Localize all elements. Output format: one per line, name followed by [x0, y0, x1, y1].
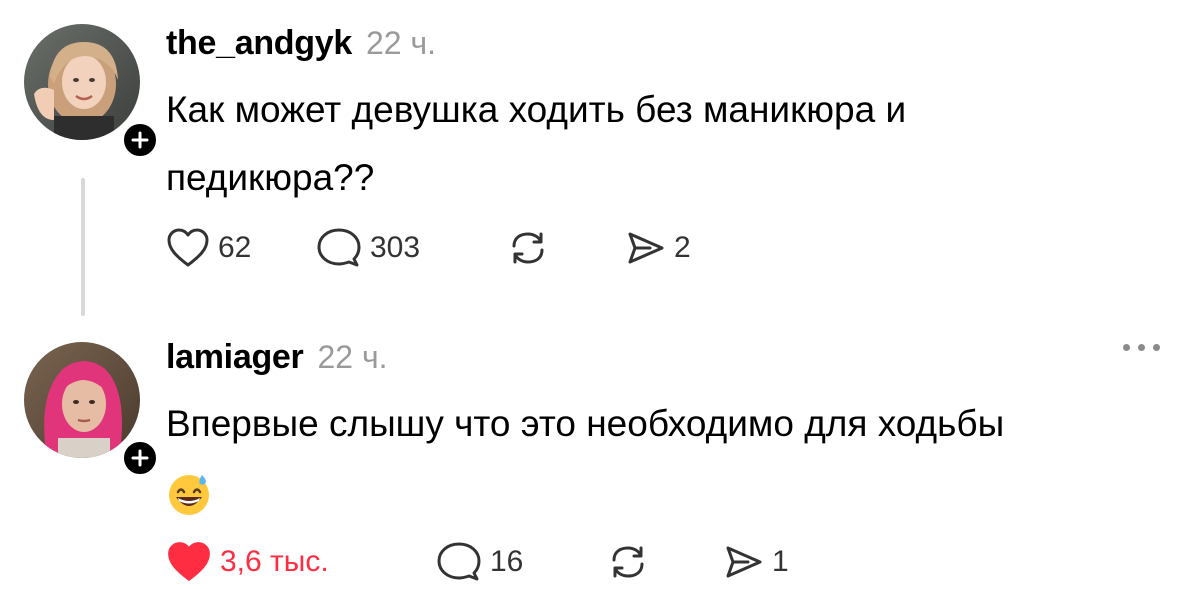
share-button[interactable]: 2 — [626, 228, 691, 268]
comment-count: 303 — [370, 231, 421, 264]
more-options-button[interactable] — [1123, 344, 1160, 351]
like-count: 62 — [218, 231, 252, 264]
heart-filled-icon — [168, 542, 210, 581]
post-text-line: педикюра?? — [166, 157, 375, 198]
like-count: 3,6 тыс. — [220, 545, 329, 578]
action-bar: 62 303 2 — [166, 226, 691, 270]
post-header: lamiager 22 ч. — [166, 338, 388, 377]
user-avatar-icon — [24, 342, 140, 458]
repost-icon — [512, 232, 544, 264]
grinning-face-with-sweat-emoji-icon — [169, 475, 209, 516]
repost-button[interactable] — [506, 226, 626, 270]
follow-button[interactable] — [120, 438, 160, 478]
username[interactable]: lamiager — [166, 338, 304, 377]
post-text-line: Как может девушка ходить без маникюра и — [166, 89, 907, 130]
post-text: Как может девушка ходить без маникюра и … — [166, 76, 1156, 212]
plus-icon — [131, 131, 149, 149]
post-text-emoji-line — [166, 458, 1156, 526]
more-icon — [1123, 344, 1130, 351]
more-icon-dot — [1153, 344, 1160, 351]
like-button[interactable]: 3,6 тыс. — [166, 540, 436, 584]
comment-icon — [437, 542, 481, 581]
comment-button[interactable]: 16 — [436, 540, 606, 584]
repost-button[interactable] — [606, 540, 724, 584]
follow-button[interactable] — [120, 120, 160, 160]
post-text-line: Впервые слышу что это необходимо для ход… — [166, 403, 1005, 444]
plus-icon — [131, 449, 149, 467]
comment-icon — [317, 228, 361, 267]
share-button[interactable]: 1 — [724, 542, 789, 582]
repost-icon — [612, 546, 644, 578]
timestamp: 22 ч. — [317, 339, 388, 375]
send-icon — [628, 232, 664, 264]
share-count: 2 — [674, 231, 691, 264]
post-2-avatar-wrap[interactable] — [24, 342, 160, 478]
timestamp: 22 ч. — [365, 25, 436, 61]
comment-button[interactable]: 303 — [316, 226, 506, 270]
action-bar: 3,6 тыс. 16 1 — [166, 540, 789, 584]
user-avatar-icon — [24, 24, 140, 140]
post-header: the_andgyk 22 ч. — [166, 24, 436, 63]
post-1-avatar-wrap[interactable] — [24, 24, 160, 160]
avatar[interactable] — [24, 342, 140, 458]
send-icon — [726, 546, 762, 578]
thread-line — [81, 178, 85, 316]
post-text: Впервые слышу что это необходимо для ход… — [166, 390, 1156, 526]
avatar[interactable] — [24, 24, 140, 140]
heart-icon — [167, 228, 209, 267]
comment-count: 16 — [490, 545, 524, 578]
username[interactable]: the_andgyk — [166, 24, 352, 63]
share-count: 1 — [772, 545, 789, 578]
more-icon-dot — [1138, 344, 1145, 351]
like-button[interactable]: 62 — [166, 227, 316, 269]
